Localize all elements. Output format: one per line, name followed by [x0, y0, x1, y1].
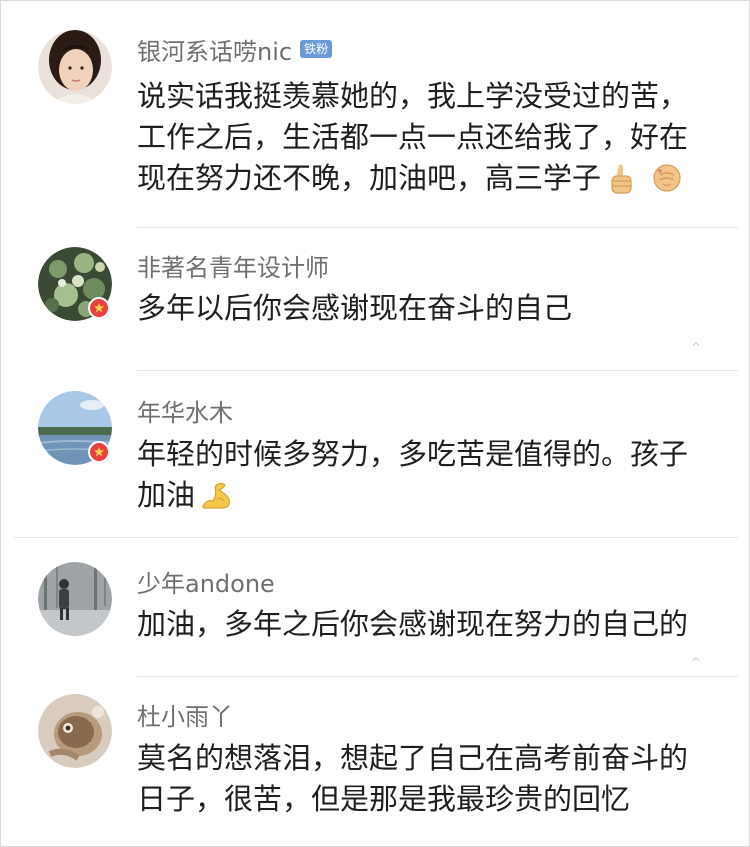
avatar[interactable] [38, 694, 112, 768]
flexed-biceps-icon [199, 479, 235, 522]
thumbs-up-icon [607, 162, 637, 205]
divider [14, 537, 738, 538]
username[interactable]: 杜小雨丫 [137, 697, 233, 732]
divider [137, 227, 738, 228]
comment-line: 加油 [137, 478, 196, 512]
username[interactable]: 非著名青年设计师 [137, 248, 329, 283]
chevron-up-icon [692, 342, 700, 346]
avatar[interactable] [38, 562, 112, 636]
chevron-up-icon [692, 657, 700, 661]
avatar[interactable] [38, 391, 112, 465]
comment-line: 莫名的想落泪，想起了自己在高考前奋斗的 [137, 741, 689, 775]
comment-text: 说实话我挺羡慕她的，我上学没受过的苦， 工作之后，生活都一点一点还给我了，好在 … [137, 76, 717, 199]
comment-line: 年轻的时候多努力，多吃苦是值得的。孩子 [137, 437, 689, 471]
comment-header: 杜小雨丫 [137, 697, 233, 732]
verified-badge-icon [88, 297, 110, 319]
comment-line-with-emoji: 加油 [137, 475, 717, 516]
avatar[interactable] [38, 247, 112, 321]
username[interactable]: 少年andone [137, 564, 275, 599]
avatar[interactable] [38, 30, 112, 104]
comment-text: 多年以后你会感谢现在奋斗的自己 [137, 288, 717, 329]
username[interactable]: 年华水木 [137, 393, 233, 428]
comment-text: 年轻的时候多努力，多吃苦是值得的。孩子 加油 [137, 434, 717, 516]
comment-header: 少年andone [137, 564, 275, 599]
comment-line: 多年以后你会感谢现在奋斗的自己 [137, 291, 573, 325]
comment-line: 现在努力还不晚，加油吧，高三学子 [137, 161, 602, 195]
verified-badge-icon [88, 441, 110, 463]
comment-header: 非著名青年设计师 [137, 248, 329, 283]
comment-line: 加油，多年之后你会感谢现在努力的自己的 [137, 607, 689, 641]
comment-text: 莫名的想落泪，想起了自己在高考前奋斗的 日子，很苦，但是那是我最珍贵的回忆 [137, 738, 717, 820]
comment-text: 加油，多年之后你会感谢现在努力的自己的 [137, 604, 717, 645]
comment-line: 日子，很苦，但是那是我最珍贵的回忆 [137, 782, 631, 816]
divider [137, 676, 738, 677]
comment-header: 年华水木 [137, 393, 233, 428]
username[interactable]: 银河系话唠nic [137, 32, 292, 67]
comment-line-with-emoji: 现在努力还不晚，加油吧，高三学子 [137, 158, 717, 199]
comment-header: 银河系话唠nic 铁粉 [137, 32, 333, 67]
fist-bump-icon [651, 162, 683, 205]
divider [137, 370, 738, 371]
fan-badge: 铁粉 [300, 40, 333, 58]
comment-line: 工作之后，生活都一点一点还给我了，好在 [137, 120, 689, 154]
comment-line: 说实话我挺羡慕她的，我上学没受过的苦， [137, 79, 689, 113]
